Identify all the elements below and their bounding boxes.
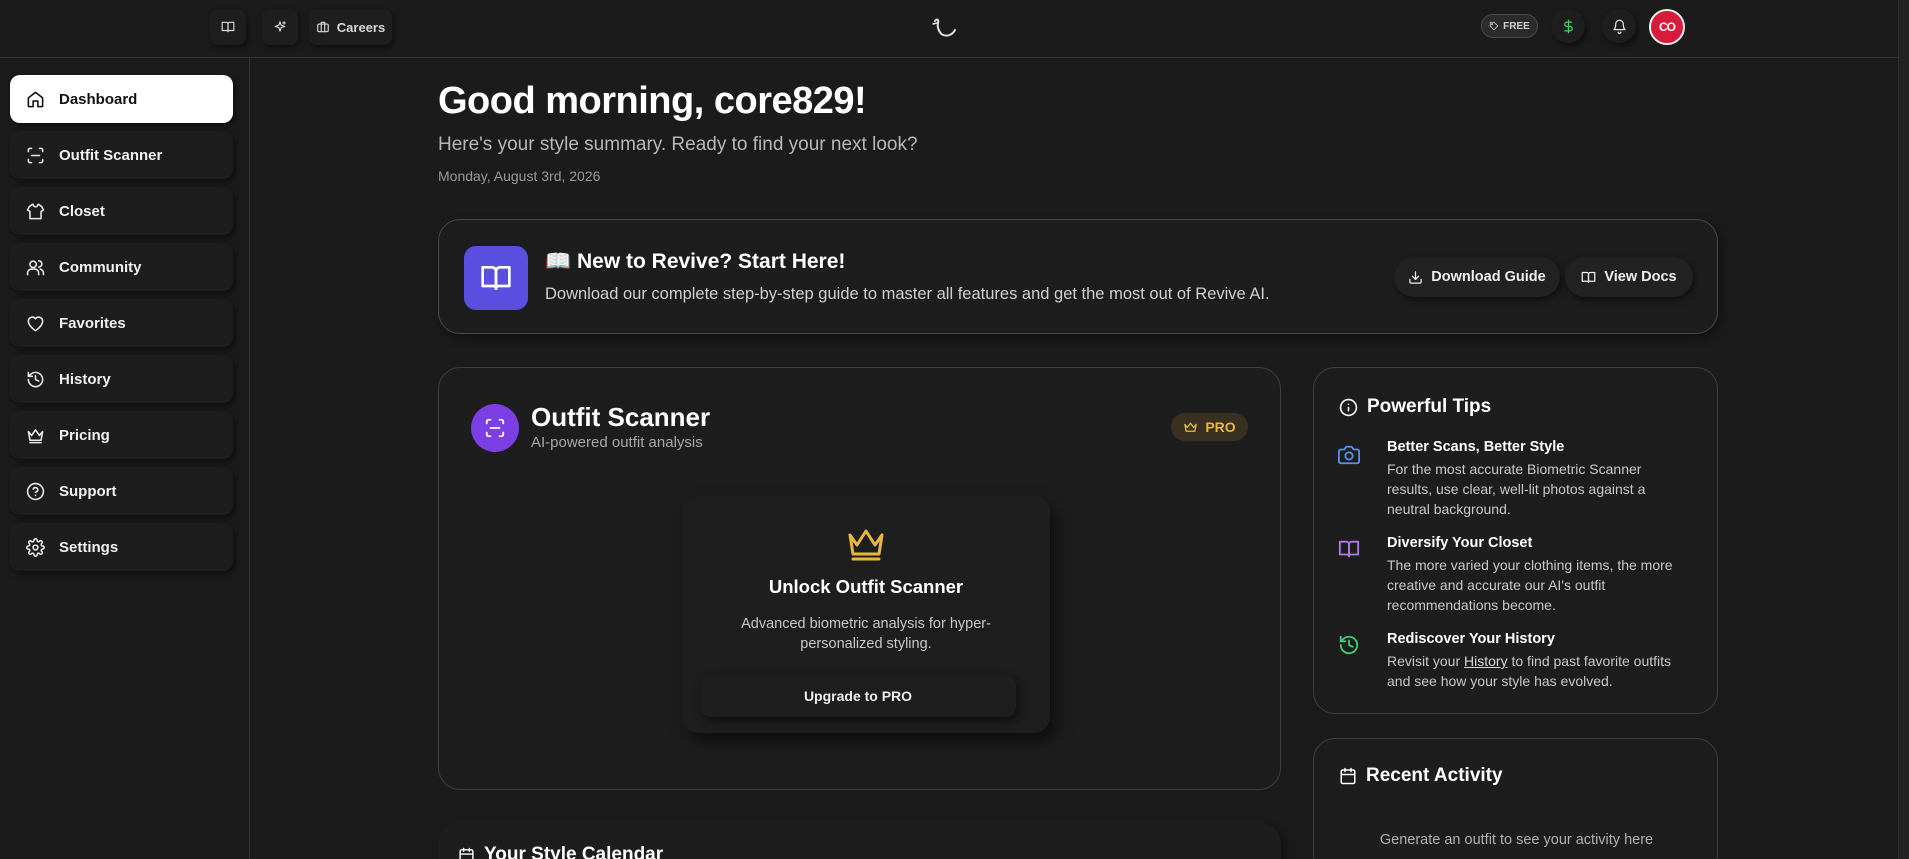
sidebar-item-support[interactable]: Support	[10, 467, 233, 515]
getting-started-banner: 📖 New to Revive? Start Here! Download ou…	[438, 219, 1718, 334]
tip-title: Rediscover Your History	[1387, 631, 1555, 647]
book-open-icon	[481, 266, 511, 290]
page-title: Good morning, core829!	[438, 80, 867, 122]
book-open-icon	[1581, 271, 1596, 283]
download-icon	[1409, 270, 1423, 284]
unlock-panel: Unlock Outfit Scanner Advanced biometric…	[682, 496, 1050, 733]
users-icon	[26, 259, 45, 275]
unlock-title: Unlock Outfit Scanner	[768, 576, 964, 597]
tip-body: For the most accurate Biometric Scanner …	[1387, 461, 1646, 517]
sidebar-item-label: Support	[59, 482, 117, 500]
activity-title: Recent Activity	[1366, 765, 1503, 786]
calendar-icon	[1340, 767, 1356, 785]
current-date: Monday, August 3rd, 2026	[438, 168, 601, 184]
page-scrollbar[interactable]	[1898, 0, 1909, 859]
sidebar: Dashboard Outfit Scanner Closet Communit…	[0, 58, 250, 859]
sidebar-item-label: Community	[59, 258, 142, 276]
tips-title: Powerful Tips	[1367, 396, 1492, 417]
banner-description: Download our complete step-by-step guide…	[545, 285, 1270, 303]
sidebar-item-label: Settings	[59, 538, 119, 556]
banner-book-icon	[464, 246, 528, 310]
crown-icon	[27, 428, 44, 443]
avatar[interactable]: CO	[1649, 9, 1685, 45]
sparkles-icon	[274, 21, 286, 32]
unlock-description: Advanced biometric analysis for hyper-pe…	[741, 616, 991, 652]
sparkles-button[interactable]	[262, 9, 298, 45]
scan-icon	[27, 147, 44, 163]
activity-header: Recent Activity	[1339, 765, 1503, 787]
sidebar-item-history[interactable]: History	[10, 355, 233, 403]
download-guide-button[interactable]: Download Guide	[1394, 257, 1560, 297]
sidebar-item-pricing[interactable]: Pricing	[10, 411, 233, 459]
sidebar-item-label: Outfit Scanner	[59, 146, 163, 164]
tip-title: Diversify Your Closet	[1387, 535, 1533, 551]
view-docs-label: View Docs	[1604, 269, 1677, 285]
crown-icon	[848, 529, 884, 561]
calendar-title: Your Style Calendar	[484, 844, 664, 859]
plan-badge-label: FREE	[1503, 20, 1530, 32]
activity-empty-state: Generate an outfit to see your activity …	[1379, 832, 1654, 848]
powerful-tips-card: Powerful Tips Better Scans, Better Style…	[1313, 367, 1718, 714]
page-subtitle: Here's your style summary. Ready to find…	[438, 134, 918, 155]
pro-badge-label: PRO	[1205, 419, 1236, 435]
sidebar-item-community[interactable]: Community	[10, 243, 233, 291]
pro-badge: PRO	[1171, 413, 1248, 441]
upgrade-to-pro-button[interactable]: Upgrade to PRO	[700, 675, 1016, 717]
dollar-icon	[1563, 19, 1573, 33]
banner-title: 📖 New to Revive? Start Here!	[545, 250, 846, 273]
sidebar-item-favorites[interactable]: Favorites	[10, 299, 233, 347]
sidebar-item-dashboard[interactable]: Dashboard	[10, 75, 233, 123]
tag-icon	[1489, 21, 1499, 31]
shirt-icon	[26, 203, 45, 219]
calendar-header: Your Style Calendar	[458, 844, 663, 859]
top-bar: Careers FREE CO	[0, 0, 1909, 58]
view-docs-button[interactable]: View Docs	[1565, 257, 1693, 297]
calendar-icon	[459, 847, 474, 859]
outfit-scanner-card: Outfit Scanner AI-powered outfit analysi…	[438, 367, 1281, 790]
tip-body: Revisit your History to find past favori…	[1387, 651, 1687, 691]
style-calendar-card: Your Style Calendar	[438, 822, 1281, 859]
recent-activity-card: Recent Activity Generate an outfit to se…	[1313, 738, 1718, 859]
bell-icon	[1612, 19, 1626, 34]
plan-badge[interactable]: FREE	[1481, 14, 1538, 38]
careers-label: Careers	[336, 19, 386, 35]
home-icon	[27, 91, 44, 107]
docs-book-button[interactable]	[210, 9, 246, 45]
sidebar-item-closet[interactable]: Closet	[10, 187, 233, 235]
sidebar-item-label: History	[59, 370, 111, 388]
careers-button[interactable]: Careers	[309, 9, 392, 45]
sidebar-item-settings[interactable]: Settings	[10, 523, 233, 571]
notifications-button[interactable]	[1602, 9, 1636, 43]
info-icon	[1339, 398, 1358, 416]
tip-title: Better Scans, Better Style	[1387, 439, 1565, 455]
history-icon	[1339, 635, 1359, 655]
scanner-title: Outfit Scanner	[531, 402, 711, 432]
scan-icon	[485, 418, 505, 438]
revive-logo[interactable]	[930, 15, 960, 41]
tip-body-text: Revisit your	[1387, 653, 1465, 669]
tips-header: Powerful Tips	[1339, 396, 1491, 418]
briefcase-icon	[316, 21, 329, 33]
download-guide-label: Download Guide	[1431, 269, 1546, 285]
gear-icon	[26, 537, 45, 557]
heart-icon	[27, 315, 44, 331]
help-circle-icon	[26, 482, 45, 500]
sidebar-item-outfit-scanner[interactable]: Outfit Scanner	[10, 131, 233, 179]
avatar-initials: CO	[1659, 20, 1676, 34]
sidebar-item-label: Closet	[59, 202, 105, 220]
history-link[interactable]: History	[1464, 653, 1508, 669]
credits-button[interactable]	[1551, 9, 1585, 43]
tip-body: The more varied your clothing items, the…	[1387, 557, 1673, 613]
scanner-subtitle: AI-powered outfit analysis	[531, 434, 703, 451]
crown-icon	[1184, 422, 1198, 432]
book-open-icon	[1338, 540, 1360, 558]
sidebar-item-label: Favorites	[59, 314, 126, 332]
sidebar-item-label: Dashboard	[59, 90, 138, 108]
scanner-icon	[471, 404, 519, 452]
camera-icon	[1338, 445, 1360, 465]
book-open-icon	[221, 21, 235, 33]
sidebar-item-label: Pricing	[59, 426, 110, 444]
history-icon	[27, 371, 44, 387]
